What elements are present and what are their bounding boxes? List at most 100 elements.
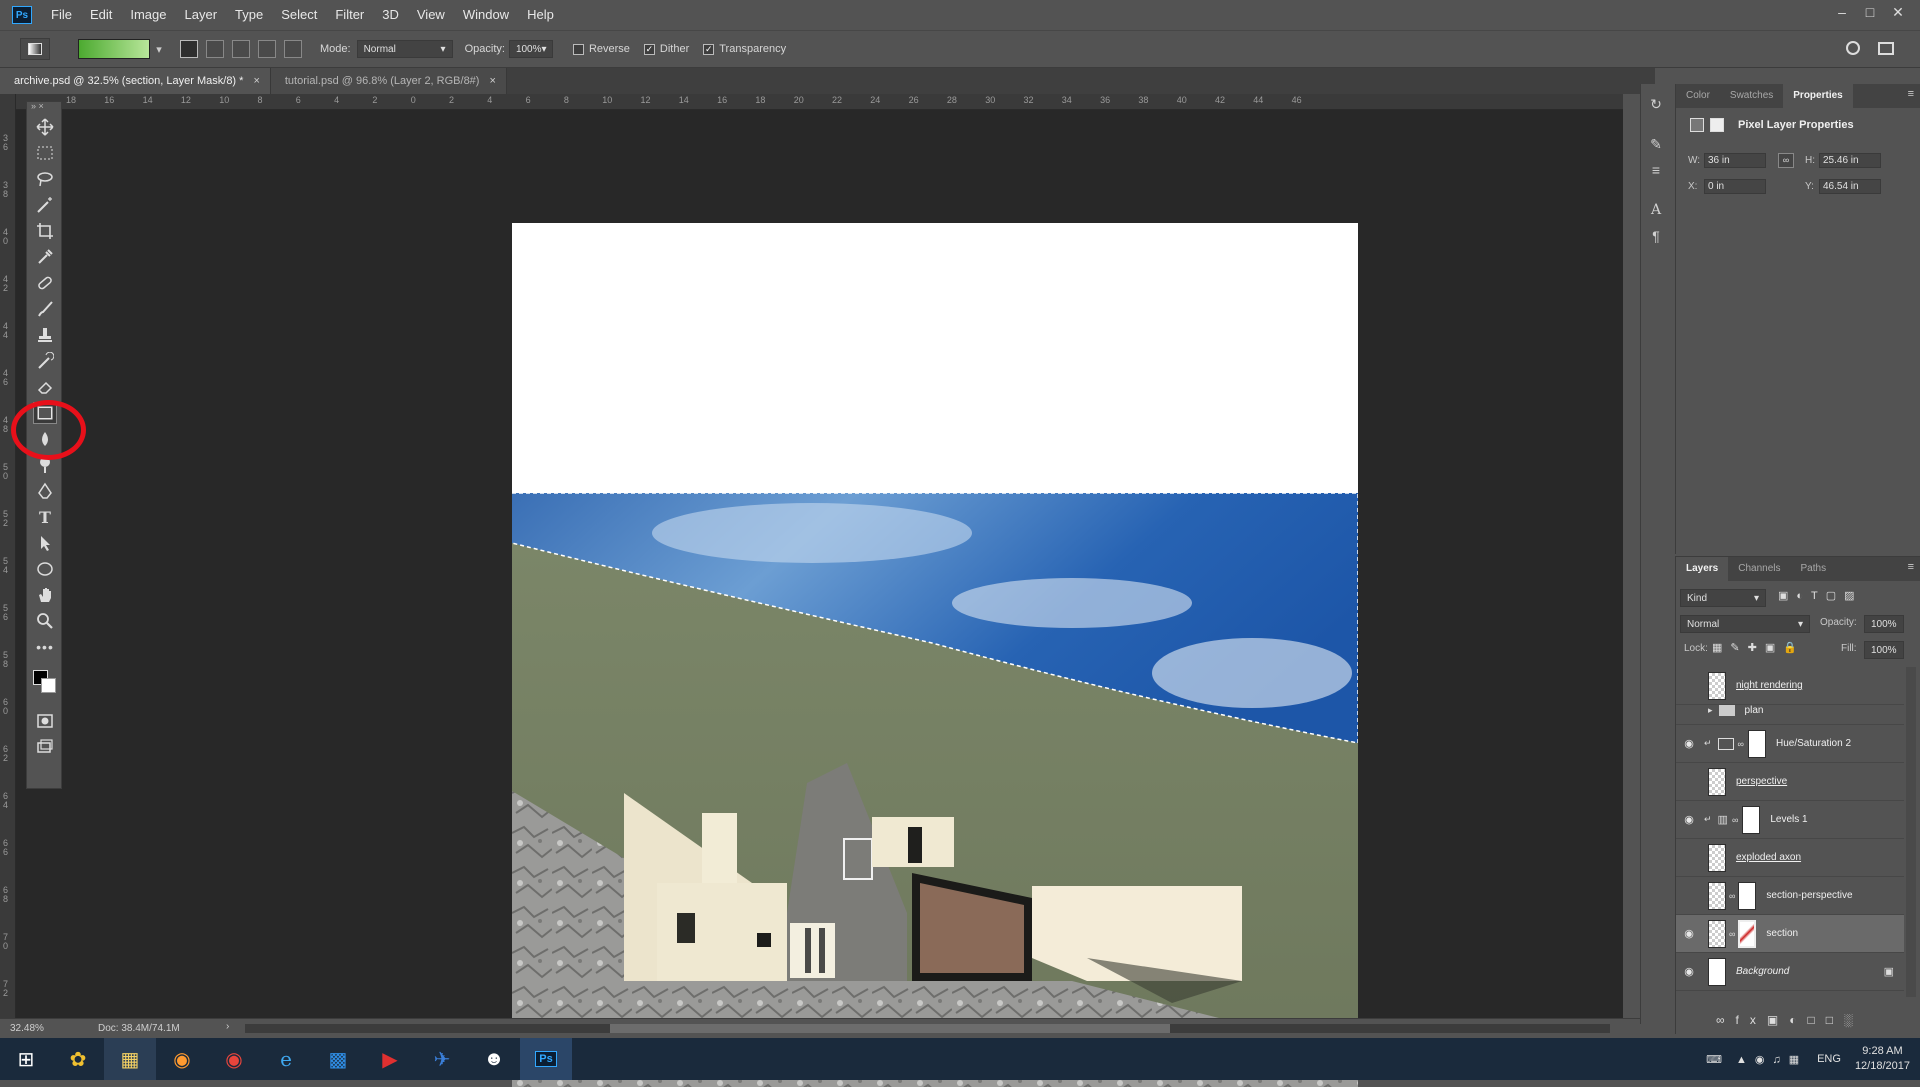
- chrome-icon[interactable]: ◉: [208, 1038, 260, 1080]
- tool-preset-picker[interactable]: [20, 38, 50, 60]
- visibility-toggle[interactable]: ◉: [1676, 927, 1702, 940]
- menu-file[interactable]: File: [42, 0, 81, 30]
- canvas-workspace[interactable]: [16, 110, 1623, 1087]
- x-field[interactable]: 0 in: [1704, 179, 1766, 194]
- lasso-tool-icon[interactable]: [33, 168, 57, 190]
- chevron-down-icon[interactable]: ▾: [152, 43, 166, 56]
- radial-gradient-button[interactable]: [206, 40, 224, 58]
- menu-window[interactable]: Window: [454, 0, 518, 30]
- file-explorer-icon[interactable]: ▦: [104, 1038, 156, 1080]
- healing-brush-tool-icon[interactable]: [33, 272, 57, 294]
- photoshop-taskbar-icon[interactable]: Ps: [520, 1038, 572, 1080]
- more-tools-icon[interactable]: •••: [33, 636, 57, 658]
- layer-row-section-perspective[interactable]: ◉ ∞ section-perspective: [1676, 877, 1904, 915]
- mask-icon[interactable]: [1710, 118, 1724, 132]
- paragraph-panel-icon[interactable]: ¶: [1646, 226, 1666, 246]
- screen-mode-icon[interactable]: [33, 736, 57, 758]
- visibility-toggle[interactable]: ◉: [1676, 775, 1702, 788]
- layers-scrollbar[interactable]: [1906, 667, 1916, 997]
- layer-row-section[interactable]: ◉ ∞ section: [1676, 915, 1904, 953]
- tab-color[interactable]: Color: [1676, 84, 1720, 108]
- app-icon-1[interactable]: ✿: [52, 1038, 104, 1080]
- store-icon[interactable]: ▩: [312, 1038, 364, 1080]
- layer-filter-select[interactable]: Kind ▾: [1680, 589, 1766, 607]
- horizontal-scrollbar[interactable]: [245, 1024, 1610, 1033]
- qq-icon[interactable]: ☻: [468, 1038, 520, 1080]
- mode-select[interactable]: Normal ▾: [356, 40, 453, 58]
- gradient-editor-swatch[interactable]: [78, 39, 150, 59]
- visibility-toggle[interactable]: ◉: [1676, 737, 1702, 750]
- diamond-gradient-button[interactable]: [284, 40, 302, 58]
- layer-opacity-field[interactable]: 100%: [1864, 615, 1904, 633]
- h-field[interactable]: 25.46 in: [1819, 153, 1881, 168]
- scrollbar-thumb[interactable]: [610, 1024, 1170, 1033]
- dither-checkbox[interactable]: ✓ Dither: [643, 43, 689, 55]
- tab-swatches[interactable]: Swatches: [1720, 84, 1783, 108]
- zoom-level[interactable]: 32.48%: [10, 1023, 44, 1034]
- y-field[interactable]: 46.54 in: [1819, 179, 1881, 194]
- minimize-icon[interactable]: –: [1828, 0, 1856, 24]
- close-icon[interactable]: ×: [489, 75, 495, 87]
- layer-row-plan[interactable]: ◉ ▸ plan: [1676, 697, 1904, 725]
- hand-tool-icon[interactable]: [33, 584, 57, 606]
- close-icon[interactable]: ✕: [1884, 0, 1912, 24]
- panel-menu-icon[interactable]: ≡: [1908, 561, 1914, 573]
- search-icon[interactable]: [1846, 41, 1860, 55]
- angle-gradient-button[interactable]: [232, 40, 250, 58]
- link-icon[interactable]: ∞: [1778, 153, 1794, 168]
- crop-tool-icon[interactable]: [33, 220, 57, 242]
- media-app-icon[interactable]: ◉: [156, 1038, 208, 1080]
- background-color-swatch[interactable]: [41, 678, 56, 693]
- tab-tutorial[interactable]: tutorial.psd @ 96.8% (Layer 2, RGB/8#) ×: [270, 68, 507, 94]
- pen-tool-icon[interactable]: [33, 480, 57, 502]
- language-indicator[interactable]: ENG: [1817, 1053, 1841, 1065]
- move-tool-icon[interactable]: [33, 116, 57, 138]
- mail-app-icon[interactable]: ✈: [416, 1038, 468, 1080]
- windows-start-icon[interactable]: ⊞: [0, 1038, 52, 1080]
- blend-mode-select[interactable]: Normal ▾: [1680, 615, 1810, 633]
- doc-size[interactable]: Doc: 38.4M/74.1M: [98, 1023, 180, 1034]
- menu-3d[interactable]: 3D: [373, 0, 408, 30]
- reflected-gradient-button[interactable]: [258, 40, 276, 58]
- tab-layers[interactable]: Layers: [1676, 557, 1729, 581]
- layer-row-hue-saturation[interactable]: ◉ ↵ ∞ Hue/Saturation 2: [1676, 725, 1904, 763]
- menu-edit[interactable]: Edit: [81, 0, 121, 30]
- document-canvas[interactable]: [512, 223, 1358, 1087]
- visibility-toggle[interactable]: ◉: [1676, 679, 1702, 692]
- maximize-icon[interactable]: □: [1856, 0, 1884, 24]
- transparency-checkbox[interactable]: ✓ Transparency: [703, 43, 786, 55]
- tab-paths[interactable]: Paths: [1791, 557, 1837, 581]
- menu-image[interactable]: Image: [121, 0, 175, 30]
- layer-row-levels[interactable]: ◉ ↵ ▥ ∞ Levels 1: [1676, 801, 1904, 839]
- linear-gradient-button[interactable]: [180, 40, 198, 58]
- tab-archive[interactable]: archive.psd @ 32.5% (section, Layer Mask…: [0, 68, 271, 94]
- adjustments-icon[interactable]: ≡: [1646, 160, 1666, 180]
- fill-field[interactable]: 100%: [1864, 641, 1904, 659]
- filter-icons[interactable]: ▣◐T▢▨: [1778, 589, 1863, 602]
- layer-row-background[interactable]: ◉ Background ▣: [1676, 953, 1904, 991]
- menu-view[interactable]: View: [408, 0, 454, 30]
- eyedropper-tool-icon[interactable]: [33, 246, 57, 268]
- keyboard-icon[interactable]: ⌨: [1706, 1053, 1722, 1066]
- reverse-checkbox[interactable]: Reverse: [572, 43, 630, 55]
- layer-row-perspective[interactable]: ◉ perspective: [1676, 763, 1904, 801]
- brush-settings-icon[interactable]: ✎: [1646, 134, 1666, 154]
- visibility-toggle[interactable]: ◉: [1676, 851, 1702, 864]
- history-brush-tool-icon[interactable]: [33, 350, 57, 372]
- ruler-horizontal[interactable]: 18 16 14 12 10 8 6 4 2 0 2 4 6 8 10 12 14 16 18 20 22 24 26 28 3…: [16, 94, 1623, 110]
- marquee-tool-icon[interactable]: [33, 142, 57, 164]
- reverse-checkbox-box[interactable]: [572, 43, 584, 55]
- visibility-toggle[interactable]: ◉: [1676, 813, 1702, 826]
- chevron-right-icon[interactable]: ▸: [1708, 705, 1713, 716]
- workspace-icon[interactable]: [1878, 42, 1894, 55]
- menu-select[interactable]: Select: [272, 0, 326, 30]
- visibility-toggle[interactable]: ◉: [1676, 889, 1702, 902]
- history-panel-icon[interactable]: ↻: [1646, 94, 1666, 114]
- internet-explorer-icon[interactable]: e: [260, 1038, 312, 1080]
- w-field[interactable]: 36 in: [1704, 153, 1766, 168]
- tab-channels[interactable]: Channels: [1728, 557, 1790, 581]
- clone-stamp-tool-icon[interactable]: [33, 324, 57, 346]
- visibility-toggle[interactable]: ◉: [1676, 965, 1702, 978]
- opacity-field[interactable]: 100% ▾: [508, 40, 553, 58]
- layer-row-exploded-axon[interactable]: ◉ exploded axon: [1676, 839, 1904, 877]
